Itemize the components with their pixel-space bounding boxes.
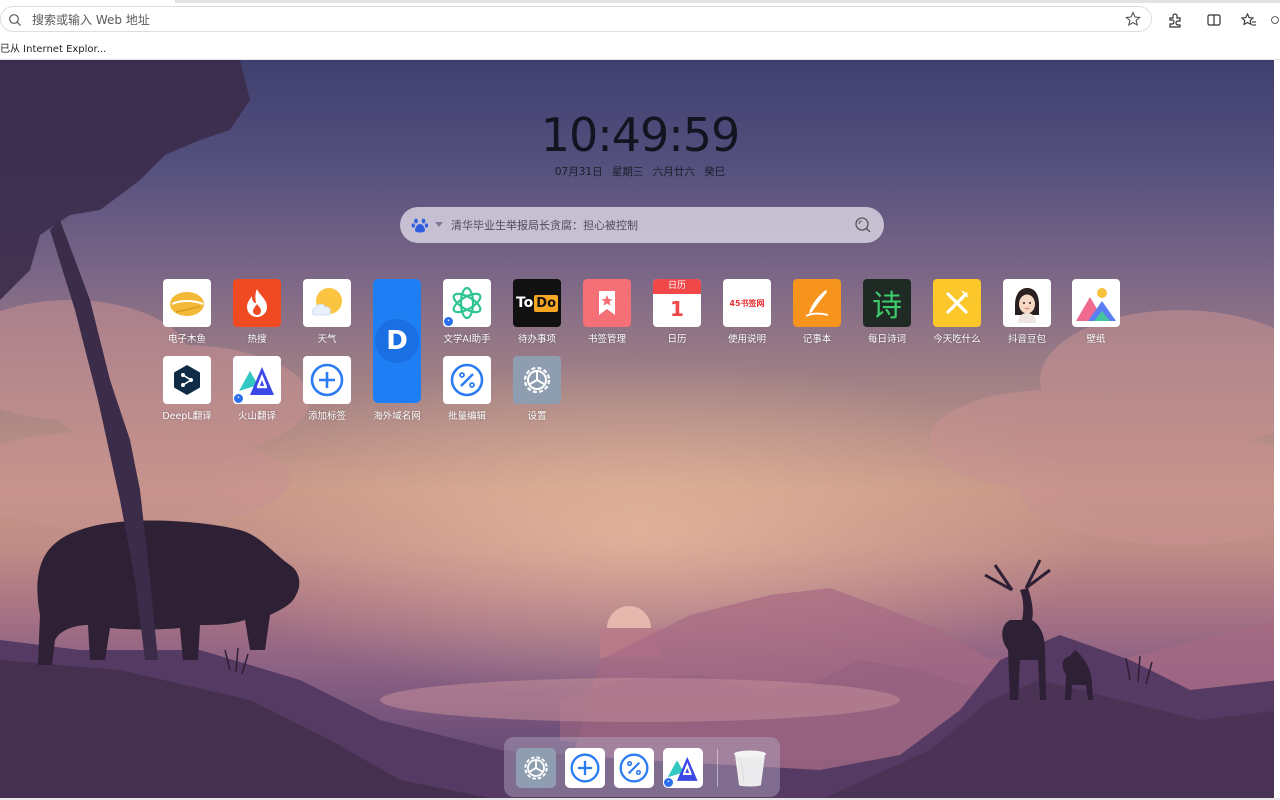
app-label: 记事本 xyxy=(802,334,832,345)
sync-badge-icon: • xyxy=(663,777,674,788)
wooden-fish-icon xyxy=(163,279,211,327)
gear-icon[interactable] xyxy=(516,748,556,788)
wallpaper-icon xyxy=(1072,279,1120,327)
dock-separator xyxy=(717,749,718,787)
avatar-icon xyxy=(1003,279,1051,327)
volcano-translate-icon[interactable]: • xyxy=(663,748,703,788)
trash-icon[interactable] xyxy=(730,748,770,788)
app-label: 批量编辑 xyxy=(447,411,486,422)
app-label: 今天吃什么 xyxy=(933,334,981,345)
split-screen-icon[interactable] xyxy=(1203,9,1225,31)
profile-icon[interactable] xyxy=(1270,9,1280,31)
address-bar[interactable] xyxy=(0,6,1152,32)
clock-time: 10:49:59 xyxy=(540,108,741,162)
star-icon[interactable] xyxy=(1125,11,1141,31)
favorites-bar-item[interactable]: 已从 Internet Explor... xyxy=(0,40,106,55)
extensions-icon[interactable] xyxy=(1164,9,1186,31)
domain-d-icon: D xyxy=(373,279,421,403)
app-label: 火山翻译 xyxy=(237,411,276,422)
app-label: 设置 xyxy=(527,411,547,422)
search-box[interactable] xyxy=(400,207,884,243)
app-glyph: D xyxy=(386,326,408,356)
percent-circle-icon[interactable] xyxy=(614,748,654,788)
app-label: 添加标签 xyxy=(307,411,346,422)
baidu-icon[interactable] xyxy=(411,216,429,238)
app-label: 抖音豆包 xyxy=(1007,334,1046,345)
app-label: 壁纸 xyxy=(1086,334,1106,345)
address-input[interactable] xyxy=(32,10,1112,30)
calendar-month: 日历 xyxy=(653,279,701,294)
engine-dropdown-arrow[interactable] xyxy=(435,222,443,227)
browser-toolbar xyxy=(0,3,1280,35)
app-label: 每日诗词 xyxy=(867,334,906,345)
deepl-icon xyxy=(163,356,211,404)
bookmark-icon xyxy=(583,279,631,327)
app-label: 天气 xyxy=(317,334,337,345)
app-label: 文学AI助手 xyxy=(443,334,491,345)
search-input[interactable] xyxy=(451,215,841,235)
manual-icon: 45书签网 xyxy=(723,279,771,327)
app-glyph: To xyxy=(515,295,534,311)
app-label: 书签管理 xyxy=(587,334,626,345)
flame-icon xyxy=(233,279,281,327)
search-icon[interactable] xyxy=(854,216,872,238)
notepad-icon xyxy=(793,279,841,327)
app-label: 海外域名网 xyxy=(373,411,421,422)
app-label: 日历 xyxy=(667,334,687,345)
calendar-day: 1 xyxy=(670,297,684,321)
clock-date: 07月31日 星期三 六月廿六 癸巳 xyxy=(554,166,726,178)
plus-circle-icon xyxy=(303,356,351,404)
favorites-icon[interactable] xyxy=(1238,9,1260,31)
app-label: 电子木鱼 xyxy=(167,334,206,345)
todo-icon: To Do xyxy=(513,279,561,327)
app-glyph: 诗 xyxy=(872,289,902,324)
app-glyph: 45书签网 xyxy=(729,298,765,308)
sync-badge-icon: • xyxy=(233,393,244,404)
favorites-bar: 已从 Internet Explor... xyxy=(0,35,1280,60)
calendar-icon: 日历 1 xyxy=(653,279,701,327)
fork-knife-icon xyxy=(933,279,981,327)
openai-icon: • xyxy=(443,279,491,327)
gear-icon xyxy=(513,356,561,404)
sync-badge-icon: • xyxy=(443,316,454,327)
app-label: DeepL翻译 xyxy=(162,411,212,422)
weather-icon xyxy=(303,279,351,327)
new-tab-page: 10:49:59 07月31日 星期三 六月廿六 癸巳 电子木鱼 热搜 天气 xyxy=(0,60,1280,800)
plus-circle-icon[interactable] xyxy=(565,748,605,788)
app-glyph-2: Do xyxy=(534,294,559,312)
percent-circle-icon xyxy=(443,356,491,404)
poem-icon: 诗 xyxy=(863,279,911,327)
search-icon xyxy=(8,12,22,31)
volcano-translate-icon: • xyxy=(233,356,281,404)
app-label: 热搜 xyxy=(247,334,267,345)
app-label: 使用说明 xyxy=(727,334,766,345)
dock: • xyxy=(504,737,780,797)
app-label: 待办事项 xyxy=(517,334,556,345)
